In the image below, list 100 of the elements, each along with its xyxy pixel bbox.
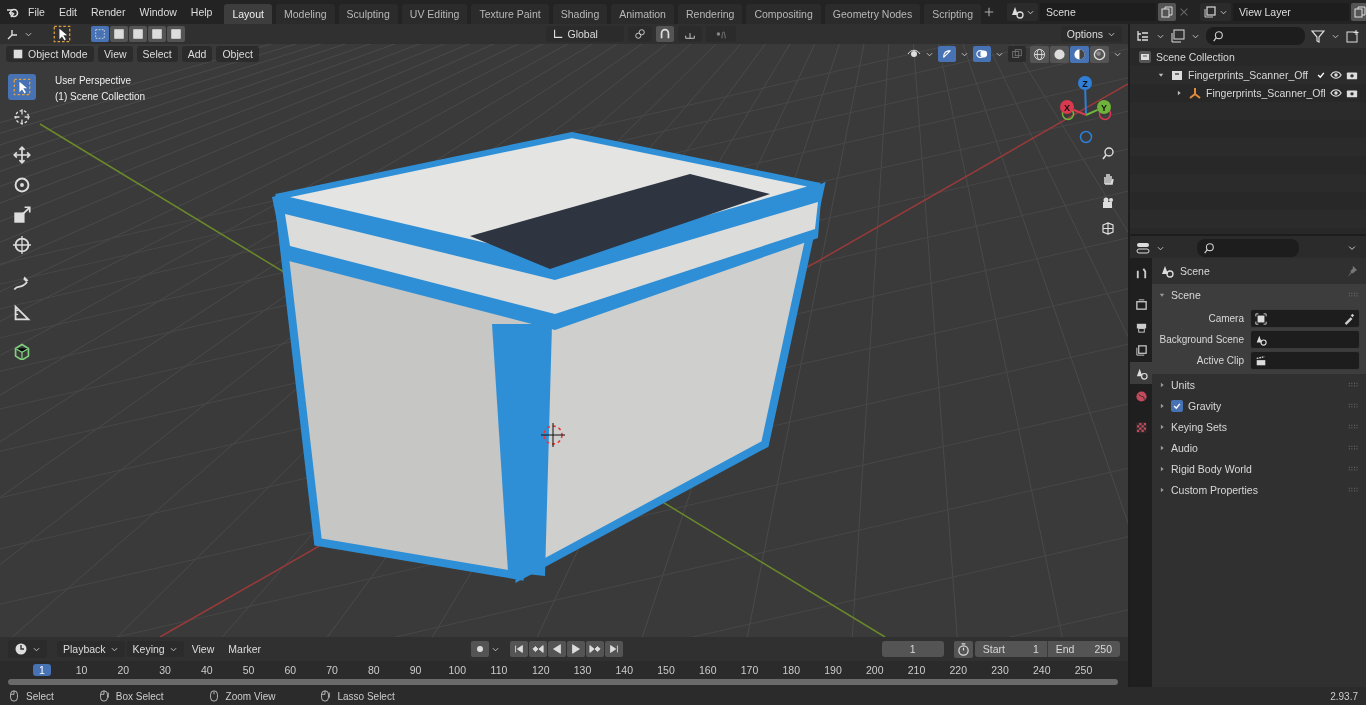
auto-keying-button[interactable] bbox=[953, 640, 973, 658]
editor-type-icon[interactable] bbox=[6, 27, 20, 41]
shading-mode-button[interactable] bbox=[1070, 45, 1089, 63]
panel-header[interactable]: Scene bbox=[1152, 284, 1366, 305]
timeline-menu[interactable]: Playback bbox=[57, 641, 125, 657]
panel-header[interactable]: Audio bbox=[1152, 437, 1366, 458]
menu-item[interactable]: Edit bbox=[52, 3, 83, 21]
workspace-tab[interactable]: Scripting bbox=[924, 4, 981, 24]
browse-button[interactable] bbox=[1007, 3, 1038, 21]
search-field[interactable] bbox=[1206, 27, 1305, 45]
workspace-tab[interactable]: Layout bbox=[224, 4, 272, 24]
workspace-tab[interactable]: Compositing bbox=[746, 4, 821, 24]
axis-handle[interactable] bbox=[1079, 130, 1093, 144]
panel-header[interactable]: Gravity bbox=[1152, 395, 1366, 416]
playback-button[interactable] bbox=[566, 641, 585, 657]
close-icon[interactable] bbox=[1178, 6, 1190, 18]
workspace-tab[interactable]: Rendering bbox=[677, 4, 743, 24]
axis-handle[interactable]: Z bbox=[1078, 76, 1092, 116]
shading-mode-button[interactable] bbox=[1050, 45, 1069, 63]
menu-item[interactable]: Window bbox=[133, 3, 183, 21]
workspace-tab[interactable]: Shading bbox=[552, 4, 608, 24]
menu-item[interactable]: Render bbox=[85, 3, 132, 21]
filter-icon[interactable] bbox=[1311, 29, 1325, 43]
end-frame-field[interactable]: End 250 bbox=[1046, 641, 1120, 657]
properties-editor-icon[interactable] bbox=[1136, 241, 1150, 255]
options-dropdown[interactable]: Options bbox=[1060, 26, 1122, 42]
scene-selector[interactable]: Scene bbox=[1040, 3, 1156, 21]
xray-toggle[interactable] bbox=[1008, 46, 1026, 62]
data-field[interactable] bbox=[1250, 330, 1360, 349]
outliner-editor-icon[interactable] bbox=[1136, 29, 1150, 43]
proportional-edit-toggle[interactable] bbox=[705, 26, 736, 42]
menu-item[interactable]: File bbox=[22, 3, 51, 21]
select-tool-icon[interactable] bbox=[53, 25, 71, 43]
panel-header[interactable]: Units bbox=[1152, 374, 1366, 395]
axis-handle[interactable]: Y bbox=[1085, 100, 1111, 116]
collapsed-triangle-icon[interactable] bbox=[1175, 89, 1183, 97]
playback-button[interactable] bbox=[604, 641, 623, 657]
viewport-menu[interactable]: View bbox=[98, 46, 133, 62]
shading-mode-button[interactable] bbox=[1090, 45, 1109, 63]
selection-mode-button[interactable] bbox=[129, 26, 147, 42]
properties-tab[interactable] bbox=[1130, 362, 1152, 384]
editor-type-button[interactable] bbox=[8, 640, 47, 658]
playback-button[interactable] bbox=[528, 641, 547, 657]
current-frame-marker[interactable]: 1 bbox=[32, 664, 51, 676]
timeline-menu[interactable]: Keying bbox=[126, 641, 184, 657]
record-button[interactable] bbox=[470, 641, 489, 657]
selection-mode-button[interactable] bbox=[91, 26, 109, 42]
gizmo-toggle[interactable] bbox=[938, 46, 956, 62]
current-frame-field[interactable]: 1 bbox=[881, 641, 944, 657]
outliner-item[interactable]: Fingerprints_Scanner_Off bbox=[1188, 69, 1311, 81]
workspace-tab[interactable]: Texture Paint bbox=[471, 4, 549, 24]
panel-checkbox[interactable] bbox=[1171, 399, 1183, 412]
camera-icon[interactable] bbox=[1346, 87, 1358, 99]
expanded-triangle-icon[interactable] bbox=[1157, 71, 1165, 79]
timeline-menu[interactable]: View bbox=[185, 640, 221, 658]
duplicate-button[interactable] bbox=[1351, 3, 1366, 21]
duplicate-button[interactable] bbox=[1158, 3, 1176, 21]
selection-mode-button[interactable] bbox=[167, 26, 185, 42]
snap-toggle[interactable] bbox=[655, 26, 674, 42]
outliner-item[interactable]: Fingerprints_Scanner_Ofl bbox=[1206, 87, 1326, 99]
viewport-menu[interactable]: Select bbox=[136, 46, 178, 62]
tool-button[interactable] bbox=[8, 74, 36, 100]
camera-icon[interactable] bbox=[1346, 69, 1358, 81]
viewport-menu[interactable]: Object bbox=[216, 46, 259, 62]
playback-button[interactable] bbox=[547, 641, 566, 657]
playback-button[interactable] bbox=[509, 641, 528, 657]
timeline-scrollbar[interactable] bbox=[8, 679, 1118, 685]
eye-icon[interactable] bbox=[1330, 69, 1342, 81]
new-collection-icon[interactable] bbox=[1346, 29, 1360, 43]
axis-handle[interactable]: X bbox=[1060, 100, 1087, 116]
start-frame-field[interactable]: Start 1 bbox=[974, 641, 1047, 657]
workspace-tab[interactable]: Geometry Nodes bbox=[824, 4, 921, 24]
search-field[interactable] bbox=[1197, 239, 1299, 257]
workspace-tab[interactable]: Sculpting bbox=[338, 4, 398, 24]
mode-dropdown[interactable]: Object Mode bbox=[6, 46, 94, 62]
playback-button[interactable] bbox=[585, 641, 604, 657]
pin-icon[interactable] bbox=[1346, 265, 1358, 277]
data-field[interactable] bbox=[1250, 309, 1360, 328]
panel-header[interactable]: Keying Sets bbox=[1152, 416, 1366, 437]
viewport-menu[interactable]: Add bbox=[181, 46, 213, 62]
workspace-tab[interactable]: Modeling bbox=[275, 4, 335, 24]
plus-icon[interactable] bbox=[983, 6, 995, 18]
view-layer-selector[interactable]: View Layer bbox=[1233, 3, 1349, 21]
shading-mode-button[interactable] bbox=[1030, 45, 1049, 63]
menu-item[interactable]: Help bbox=[184, 3, 219, 21]
data-field[interactable] bbox=[1250, 351, 1360, 370]
browse-button[interactable] bbox=[1200, 3, 1231, 21]
panel-header[interactable]: Rigid Body World bbox=[1152, 458, 1366, 479]
selection-mode-button[interactable] bbox=[148, 26, 166, 42]
eye-icon[interactable] bbox=[1330, 87, 1342, 99]
overlay-toggle[interactable] bbox=[973, 46, 991, 62]
snap-target-dropdown[interactable] bbox=[677, 26, 702, 42]
timeline-menu[interactable]: Marker bbox=[222, 640, 267, 658]
selection-mode-button[interactable] bbox=[110, 26, 128, 42]
pivot-dropdown[interactable] bbox=[627, 26, 652, 42]
orientation-dropdown[interactable]: Global bbox=[545, 26, 624, 42]
panel-header[interactable]: Custom Properties bbox=[1152, 479, 1366, 500]
workspace-tab[interactable]: Animation bbox=[611, 4, 674, 24]
display-mode-icon[interactable] bbox=[1171, 29, 1185, 43]
outliner-item[interactable]: Scene Collection bbox=[1156, 51, 1358, 63]
